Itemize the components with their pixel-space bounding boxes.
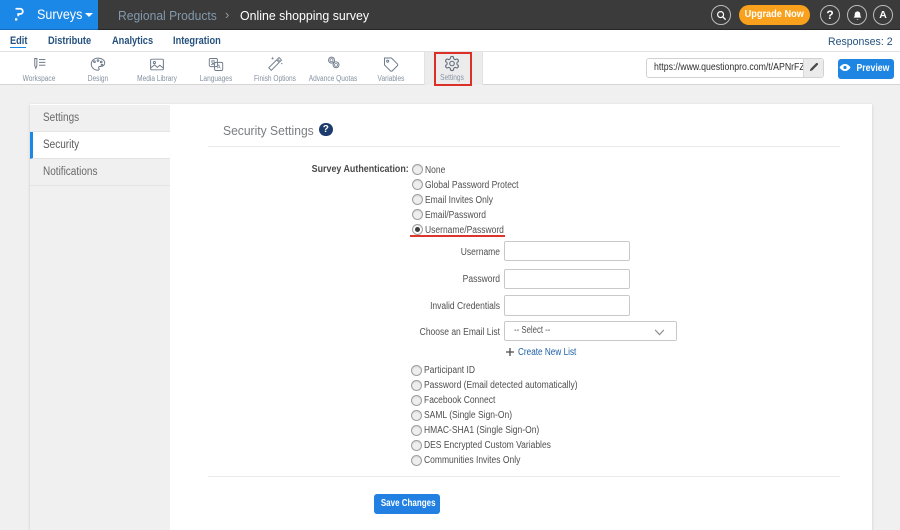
svg-text:A: A (217, 64, 221, 70)
